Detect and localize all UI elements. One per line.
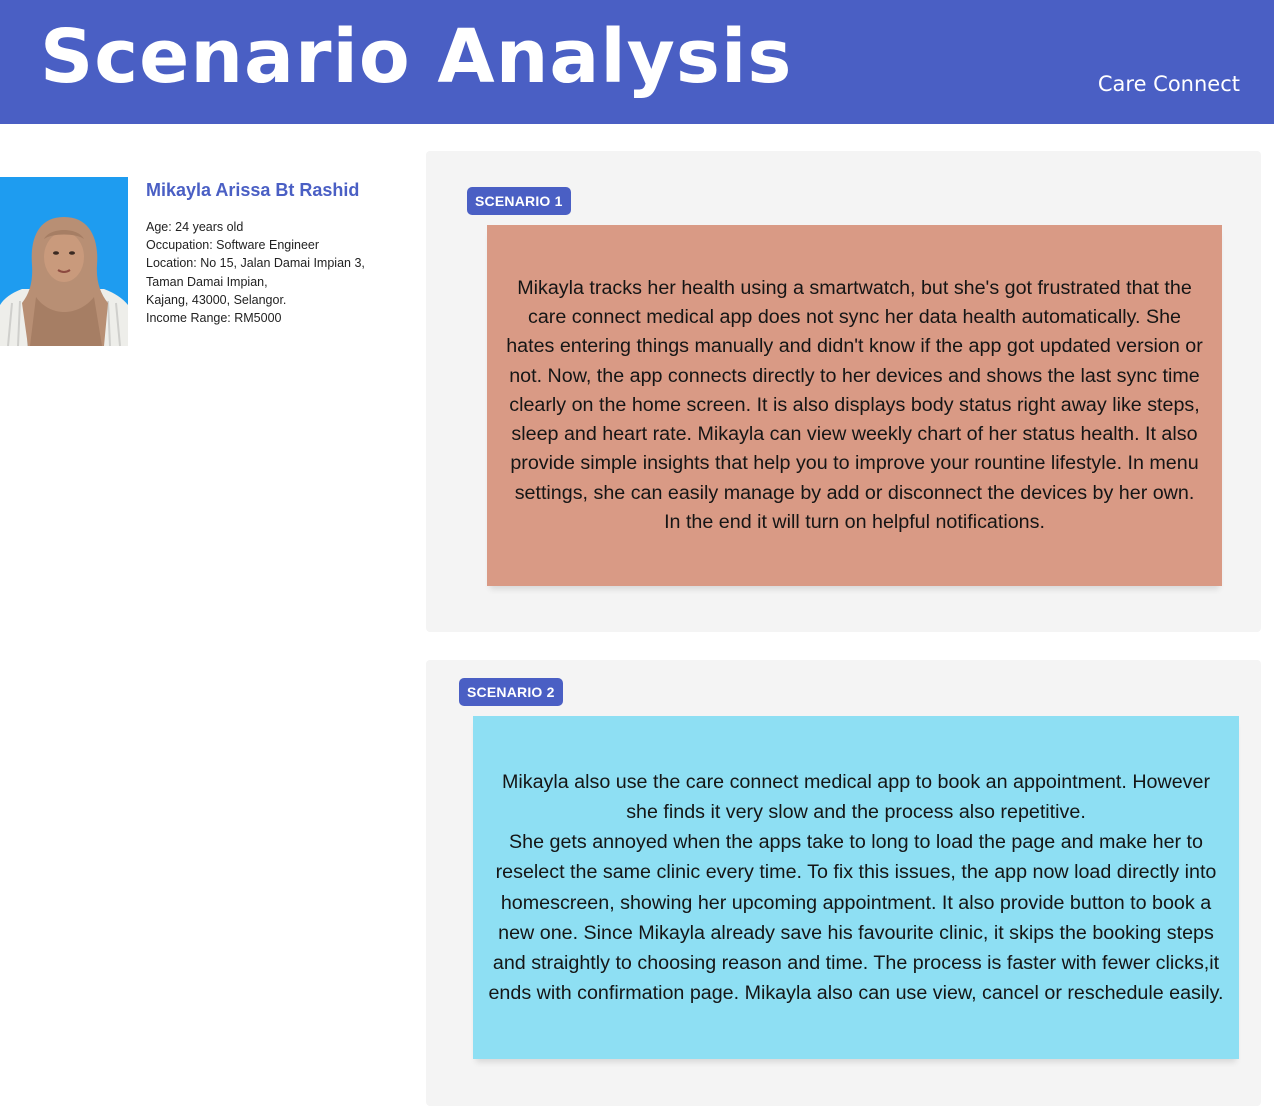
scenario-1-panel: SCENARIO 1 Mikayla tracks her health usi… <box>426 151 1261 632</box>
persona-income: Income Range: RM5000 <box>146 311 282 326</box>
person-photo-icon <box>0 177 128 346</box>
brand-name: Care Connect <box>1097 72 1240 96</box>
persona-location-line3: Kajang, 43000, Selangor. <box>146 292 287 307</box>
scenario-2-paragraph-2: She gets annoyed when the apps take to l… <box>488 831 1224 1005</box>
header-banner: Scenario Analysis Care Connect <box>0 0 1274 124</box>
persona-photo <box>0 177 128 346</box>
scenario-1-card: Mikayla tracks her health using a smartw… <box>487 225 1222 586</box>
persona-location-line2: Taman Damai Impian, <box>146 274 268 289</box>
persona-location-line1: Location: No 15, Jalan Damai Impian 3, <box>146 256 365 271</box>
scenario-2-card: Mikayla also use the care connect medica… <box>473 716 1239 1059</box>
scenario-2-paragraph-1: Mikayla also use the care connect medica… <box>501 770 1211 823</box>
persona-age: Age: 24 years old <box>146 220 244 234</box>
persona-details: Age: 24 years old Occupation: Software E… <box>146 218 406 327</box>
page-title: Scenario Analysis <box>40 14 793 100</box>
scenario-1-text: Mikayla tracks her health using a smartw… <box>506 277 1203 533</box>
scenario-2-badge: SCENARIO 2 <box>459 678 563 706</box>
scenario-2-panel: SCENARIO 2 Mikayla also use the care con… <box>426 660 1261 1106</box>
scenario-1-badge: SCENARIO 1 <box>467 187 571 215</box>
persona-name: Mikayla Arissa Bt Rashid <box>146 180 360 200</box>
persona-occupation: Occupation: Software Engineer <box>146 238 320 253</box>
